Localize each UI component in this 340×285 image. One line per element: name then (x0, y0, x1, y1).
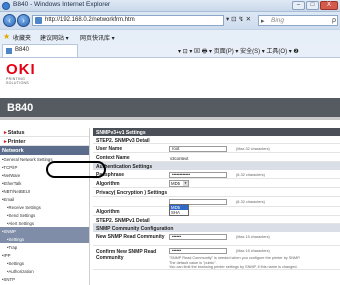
sidebar-item-send[interactable]: •Send Settings (0, 211, 89, 219)
step2-v1-row: STEP2. SNMPv1 Detail (93, 216, 340, 224)
user-name-label: User Name (96, 146, 123, 152)
context-name-row: Context Name v3context (93, 153, 340, 162)
context-name-label: Context Name (96, 155, 130, 161)
privacy-label: Privacy( Encryption ) Settings (96, 190, 168, 196)
sidebar-item-snmp[interactable]: •SNMP (0, 227, 89, 235)
algorithm-row: Algorithm MD5 ▾ (93, 179, 340, 188)
address-url: http://192.168.0.2/networkfrm.htm (45, 17, 135, 23)
address-row: ‹ › http://192.168.0.2/networkfrm.htm ▾ … (0, 12, 340, 29)
step2-v3-row: STEP2. SNMPv3 Detail (93, 136, 340, 144)
auth-header: Authentication Settings (93, 162, 340, 170)
sidebar-item-email[interactable]: •Email (0, 195, 89, 203)
passphrase-note: (8-32 characters) (236, 172, 265, 177)
settings-form: SNMPv3+v1 Settings STEP2. SNMPv3 Detail … (93, 128, 340, 285)
context-name-value: v3context (170, 155, 189, 161)
algorithm-dropdown-list: MD5 SHA (169, 204, 189, 216)
arrow-icon: ▸ (4, 139, 7, 145)
sidebar-item-printer[interactable]: ▸Printer (0, 137, 89, 146)
passphrase-row: Passphrase •••••••••••• (8-32 characters… (93, 170, 340, 179)
tab-page-icon (6, 48, 12, 54)
sidebar-item-network[interactable]: Network (0, 146, 89, 155)
new-read-label: New SNMP Read Community (96, 234, 165, 240)
confirm-read-help-3: You can limit the browsing printer setti… (169, 265, 298, 269)
step2-v1-label: STEP2. SNMPv1 Detail (96, 217, 150, 224)
tab-row: B840 ▾ ⊡ ▾ ⊠ 🖶 ▾ 页面(P) ▾ 安全(S) ▾ 工具(O) ▾… (0, 43, 340, 58)
search-box[interactable]: ▸ Bing ρ (258, 15, 338, 26)
page-content: OKI PRINTING SOLUTIONS B840 ▸Status ▸Pri… (0, 58, 340, 285)
new-read-row: New SNMP Read Community •••••• (Max.15 c… (93, 232, 340, 246)
window-controls: – □ X (292, 1, 338, 10)
ie-icon (2, 2, 10, 10)
logo-text: OKI (6, 61, 36, 78)
fav-suggested-sites[interactable]: 建议网站 ▾ (40, 33, 69, 42)
search-placeholder: Bing (271, 17, 285, 24)
sidebar-item-ethertalk[interactable]: •EtherTalk (0, 179, 89, 187)
sidebar-item-receive[interactable]: •Receive Settings (0, 203, 89, 211)
sidebar-item-ipp-settings[interactable]: •Settings (0, 259, 89, 267)
close-button[interactable]: X (320, 1, 338, 10)
tab-b840[interactable]: B840 (2, 44, 78, 57)
dropdown-option-sha[interactable]: SHA (170, 210, 188, 215)
bing-icon: ▸ (261, 18, 265, 25)
window-title: B840 - Windows Internet Explorer (13, 1, 111, 8)
chevron-down-icon: ▾ (183, 181, 188, 186)
user-name-input[interactable]: root (169, 145, 227, 152)
passphrase-input[interactable]: •••••••••••• (169, 171, 227, 178)
oki-logo: OKI PRINTING SOLUTIONS (6, 62, 40, 85)
sidebar-item-alert[interactable]: •Alert Settings (0, 219, 89, 227)
community-header: SNMP Community Configuration (93, 224, 340, 232)
algorithm-select[interactable]: MD5 ▾ (169, 180, 189, 187)
sidebar-item-sntp[interactable]: •SNTP (0, 275, 89, 283)
search-icon[interactable]: ρ (332, 16, 336, 25)
title-bar: B840 - Windows Internet Explorer – □ X (0, 0, 340, 12)
new-read-note: (Max.15 characters) (236, 235, 270, 239)
section-header: SNMPv3+v1 Settings (93, 128, 340, 136)
command-bar[interactable]: ▾ ⊡ ▾ ⊠ 🖶 ▾ 页面(P) ▾ 安全(S) ▾ 工具(O) ▾ ❷ (178, 46, 299, 57)
favorites-label[interactable]: 收藏夹 (13, 33, 31, 42)
fav-web-slice[interactable]: 网页快讯库 ▾ (80, 33, 115, 42)
sidebar-item-trap[interactable]: •Trap (0, 243, 89, 251)
sidebar: ▸Status ▸Printer Network •General Networ… (0, 128, 90, 285)
sidebar-item-nbt[interactable]: •NBT/NetBEUI (0, 187, 89, 195)
model-banner: B840 (0, 98, 340, 120)
address-bar[interactable]: http://192.168.0.2/networkfrm.htm (32, 15, 224, 26)
page-icon (35, 17, 42, 24)
tab-label: B840 (15, 47, 30, 53)
back-arrow-icon[interactable]: ‹ (3, 14, 16, 27)
privacy-row: Privacy( Encryption ) Settings (93, 188, 340, 197)
favorites-star-icon[interactable]: ★ (3, 32, 10, 41)
confirm-read-row: Confirm New SNMP Read Community •••••• (… (93, 246, 340, 270)
model-name: B840 (7, 102, 34, 114)
algorithm-label: Algorithm (96, 181, 120, 187)
forward-arrow-icon[interactable]: › (17, 14, 30, 27)
confirm-read-input[interactable]: •••••• (169, 248, 227, 254)
minimize-button[interactable]: – (292, 1, 305, 10)
browser-window: B840 - Windows Internet Explorer – □ X ‹… (0, 0, 340, 285)
privacy-passphrase-row: (8-32 characters) (93, 197, 340, 207)
annotation-highlight-ring (46, 161, 106, 178)
confirm-read-note: (Max.15 characters) (236, 249, 270, 253)
sidebar-item-status[interactable]: ▸Status (0, 128, 89, 137)
user-name-row: User Name root (Max.32 characters) (93, 144, 340, 153)
algorithm2-row: Algorithm DES ▾ (93, 207, 340, 216)
confirm-read-help-1: "SNMP Read Community" is needed when you… (169, 256, 301, 260)
confirm-read-help-2: The default value is "public". (169, 260, 217, 265)
arrow-icon: ▸ (4, 130, 7, 136)
sidebar-item-ipp[interactable]: •IPP (0, 251, 89, 259)
sidebar-item-authorization[interactable]: •Authorization (0, 267, 89, 275)
address-tools[interactable]: ▾ ⊡ ↯ ✕ (226, 15, 251, 23)
sidebar-item-snmp-settings[interactable]: •Settings (0, 235, 89, 243)
new-read-input[interactable]: •••••• (169, 234, 227, 240)
user-name-note: (Max.32 characters) (236, 146, 270, 151)
maximize-button[interactable]: □ (306, 1, 319, 10)
step2-v3-label: STEP2. SNMPv3 Detail (96, 137, 150, 144)
confirm-read-label: Confirm New SNMP Read Community (96, 249, 157, 261)
logo-tagline: PRINTING SOLUTIONS (6, 77, 29, 85)
favorites-bar: ★ 收藏夹 建议网站 ▾ 网页快讯库 ▾ (0, 29, 340, 43)
privacy-passphrase-note: (8-32 characters) (236, 200, 265, 204)
algorithm2-label: Algorithm (96, 209, 120, 215)
